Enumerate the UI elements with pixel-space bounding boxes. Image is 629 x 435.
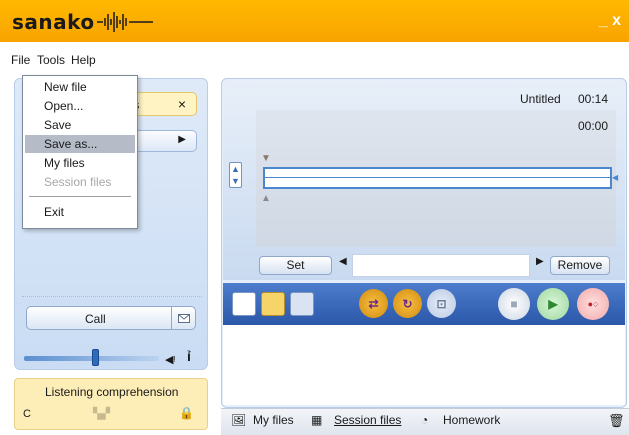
my-files-icon: 🖼 [231,413,247,427]
menu-item-my-files[interactable]: My files [25,154,135,172]
speaker-icon[interactable]: ◀ᵎ [165,353,175,366]
envelope-icon [177,313,190,323]
audio-track[interactable] [263,167,612,189]
soundwave-logo-icon [97,12,153,32]
position-readout: 00:00 [578,119,609,133]
open-folder-icon[interactable] [261,292,285,316]
volume-knob[interactable] [92,349,99,366]
tab-my-files[interactable]: My files [253,413,294,427]
tab-homework[interactable]: Homework [443,413,500,427]
session-files-icon: ▦ [311,413,323,427]
group-icon: ▚▞ [93,408,110,420]
microphone-icon[interactable]: ỉ [187,348,191,364]
menu-tools[interactable]: Tools [37,53,65,67]
triangle-right-icon: ▶ [178,134,186,145]
brand-logo: sanako [12,10,95,34]
new-file-icon[interactable] [232,292,256,316]
exchange-icon[interactable]: ⇄ [359,289,388,318]
insert-icon[interactable]: ⊡ [427,289,456,318]
window-minimize-close-button[interactable]: _ x [599,12,621,30]
stop-button-icon[interactable]: ■ [498,288,530,320]
file-name: Untitled [520,92,561,106]
menu-help[interactable]: Help [71,53,96,67]
exercise-card[interactable]: Listening comprehension C ▚▞ 🔒 [14,378,208,430]
call-button[interactable]: Call [26,306,196,330]
track-midline [263,177,612,178]
start-marker-icon[interactable]: ▼ [261,153,271,164]
scroll-left-icon[interactable]: ◀ [339,256,347,267]
save-icon[interactable] [290,292,314,316]
menu-bar: File Tools Help [0,42,629,70]
lock-icon[interactable]: 🔒 [179,406,194,420]
message-button[interactable] [171,307,195,329]
volume-slider[interactable] [24,349,159,366]
title-bar: sanako _ x [0,0,629,42]
homework-icon: ◔ [421,413,429,427]
trash-icon[interactable]: 🗑 [608,413,625,429]
tab-session-files[interactable]: Session files [334,413,401,427]
menu-item-new-file[interactable]: New file [25,78,135,96]
divider [22,296,202,297]
play-button-icon[interactable]: ▶ [537,288,569,320]
menu-item-save[interactable]: Save [25,116,135,134]
menu-item-save-as[interactable]: Save as... [25,135,135,153]
menu-item-session-files: Session files [44,175,112,189]
menu-separator [29,196,131,197]
duration-readout: 00:14 [578,92,609,106]
menu-item-exit[interactable]: Exit [25,203,135,221]
record-button-icon[interactable]: ●○ [577,288,609,320]
set-button[interactable]: Set [259,256,332,275]
file-menu-dropdown: New file Open... Save Save as... My file… [22,75,138,229]
exercise-code: C [23,408,31,420]
track-end-arrow-icon: ◀ [612,173,619,182]
file-list-area [223,325,625,405]
menu-item-open[interactable]: Open... [25,97,135,115]
end-marker-icon[interactable]: ▲ [261,193,271,204]
remove-button[interactable]: Remove [550,256,610,275]
track-selector-icon[interactable]: ▲ ▼ [229,162,242,188]
close-icon[interactable]: × [178,96,186,112]
bookmark-field[interactable] [352,254,530,277]
repeat-icon[interactable]: ↻ [393,289,422,318]
menu-file[interactable]: File [11,53,30,67]
exercise-title: Listening comprehension [45,385,179,399]
scroll-right-icon[interactable]: ▶ [536,256,544,267]
call-label: Call [85,312,106,326]
